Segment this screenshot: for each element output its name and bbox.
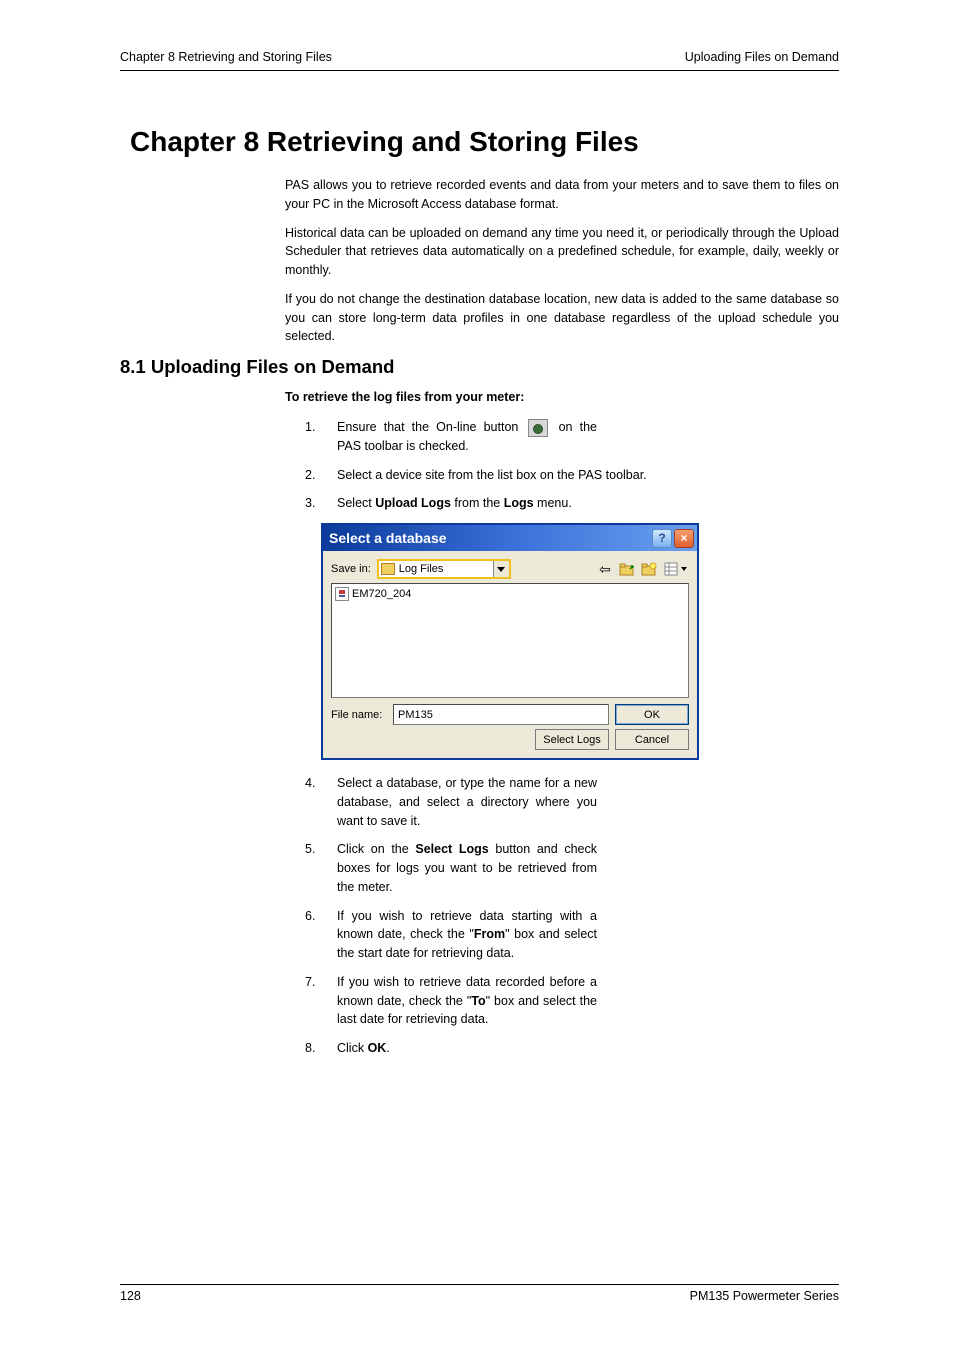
dialog-title-text: Select a database	[329, 530, 447, 546]
footer-series: PM135 Powermeter Series	[690, 1289, 839, 1303]
select-database-dialog: Select a database ? × Save in: Log Files	[321, 523, 699, 760]
step-number: 6.	[305, 907, 337, 963]
step-3-bold-1: Upload Logs	[375, 496, 451, 510]
dialog-titlebar[interactable]: Select a database ? ×	[323, 525, 697, 551]
step-1: 1. Ensure that the On-line button on the…	[305, 418, 839, 456]
file-list[interactable]: EM720_204	[331, 583, 689, 698]
select-logs-button[interactable]: Select Logs	[535, 729, 609, 750]
section-title: 8.1 Uploading Files on Demand	[120, 356, 839, 378]
database-file-icon	[335, 587, 349, 601]
step-3-text-a: Select	[337, 496, 375, 510]
step-4: 4. Select a database, or type the name f…	[305, 774, 839, 830]
intro-block: PAS allows you to retrieve recorded even…	[285, 176, 839, 346]
intro-p1: PAS allows you to retrieve recorded even…	[285, 176, 839, 214]
step-3-text-c: from the	[451, 496, 504, 510]
page-number: 128	[120, 1289, 141, 1303]
step-8-text-a: Click	[337, 1041, 368, 1055]
page-footer: 128 PM135 Powermeter Series	[120, 1284, 839, 1303]
step-3: 3. Select Upload Logs from the Logs menu…	[305, 494, 839, 513]
intro-p2: Historical data can be uploaded on deman…	[285, 224, 839, 280]
step-2: 2. Select a device site from the list bo…	[305, 466, 839, 485]
close-button[interactable]: ×	[674, 529, 694, 548]
cancel-button[interactable]: Cancel	[615, 729, 689, 750]
file-item-name: EM720_204	[352, 588, 411, 600]
step-number: 2.	[305, 466, 337, 485]
step-8-text-c: .	[386, 1041, 389, 1055]
save-in-value: Log Files	[399, 563, 444, 575]
combo-dropdown-arrow[interactable]	[493, 561, 509, 577]
online-button-icon	[528, 419, 548, 437]
sub-heading: To retrieve the log files from your mete…	[285, 390, 839, 404]
step-8: 8. Click OK.	[305, 1039, 839, 1058]
step-number: 1.	[305, 418, 337, 456]
save-in-combo[interactable]: Log Files	[377, 559, 511, 579]
step-7-bold: To	[471, 994, 485, 1008]
step-1-text-a: Ensure that the On-line button	[337, 420, 525, 434]
header-right: Uploading Files on Demand	[685, 50, 839, 64]
step-3-bold-2: Logs	[504, 496, 534, 510]
page-header: Chapter 8 Retrieving and Storing Files U…	[120, 50, 839, 71]
help-button[interactable]: ?	[652, 529, 672, 548]
step-number: 7.	[305, 973, 337, 1029]
up-folder-icon[interactable]	[617, 559, 637, 579]
intro-p3: If you do not change the destination dat…	[285, 290, 839, 346]
step-number: 4.	[305, 774, 337, 830]
step-number: 3.	[305, 494, 337, 513]
step-8-bold: OK	[368, 1041, 387, 1055]
step-2-text: Select a device site from the list box o…	[337, 466, 647, 485]
save-in-label: Save in:	[331, 563, 371, 575]
step-5-text-a: Click on the	[337, 842, 415, 856]
step-4-text: Select a database, or type the name for …	[337, 774, 597, 830]
file-name-input[interactable]	[393, 704, 609, 725]
folder-icon	[381, 563, 395, 575]
step-number: 5.	[305, 840, 337, 896]
step-7: 7. If you wish to retrieve data recorded…	[305, 973, 839, 1029]
file-name-label: File name:	[331, 709, 387, 721]
step-5: 5. Click on the Select Logs button and c…	[305, 840, 839, 896]
back-icon[interactable]: ⇦	[595, 559, 615, 579]
step-3-text-e: menu.	[534, 496, 572, 510]
file-item[interactable]: EM720_204	[335, 587, 685, 601]
step-6: 6. If you wish to retrieve data starting…	[305, 907, 839, 963]
step-6-bold: From	[474, 927, 505, 941]
chapter-title: Chapter 8 Retrieving and Storing Files	[130, 126, 839, 158]
view-menu-icon[interactable]	[661, 559, 689, 579]
step-5-bold: Select Logs	[415, 842, 488, 856]
step-number: 8.	[305, 1039, 337, 1058]
new-folder-icon[interactable]	[639, 559, 659, 579]
header-left: Chapter 8 Retrieving and Storing Files	[120, 50, 332, 64]
ok-button[interactable]: OK	[615, 704, 689, 725]
